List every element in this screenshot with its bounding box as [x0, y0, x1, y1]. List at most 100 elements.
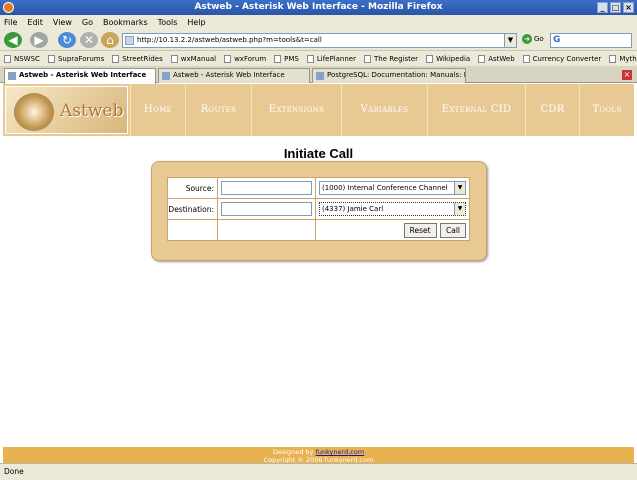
source-select[interactable]: (1000) Internal Conference Channel ▼ — [319, 181, 466, 195]
chevron-down-icon[interactable]: ▼ — [454, 203, 465, 215]
empty-cell — [217, 219, 316, 241]
destination-select[interactable]: (4337) Jamie Carl ▼ — [319, 202, 466, 216]
call-button[interactable]: Call — [439, 222, 466, 238]
status-bar: Done — [0, 463, 637, 480]
source-input[interactable] — [221, 181, 312, 195]
bookmark-icon — [306, 54, 314, 63]
nav-external-cid[interactable]: External CID — [427, 84, 525, 136]
window-title: Astweb - Asterisk Web Interface - Mozill… — [194, 2, 443, 12]
page-title: Initiate Call — [283, 146, 354, 161]
designed-by-line: Designed by funkynerd.com — [3, 448, 634, 456]
bookmark-label: wxManual — [180, 54, 217, 63]
bookmark-icon — [364, 54, 371, 63]
nav-cdr[interactable]: CDR — [525, 84, 579, 136]
page-icon — [125, 36, 134, 45]
tab-bar: Astweb - Asterisk Web Interface Astweb -… — [0, 66, 637, 84]
nav-variables[interactable]: Variables — [341, 84, 427, 136]
bookmark-item[interactable]: wxForum — [224, 54, 267, 63]
bookmark-item[interactable]: LifePlanner — [306, 54, 356, 63]
menu-view[interactable]: View — [53, 18, 72, 27]
destination-select-value: (4337) Jamie Carl — [322, 205, 384, 213]
bookmark-item[interactable]: wxManual — [170, 54, 217, 63]
bookmark-label: NSWSC — [14, 54, 40, 63]
nav-tools[interactable]: Tools — [579, 84, 634, 136]
menu-bookmarks[interactable]: Bookmarks — [103, 18, 148, 27]
close-tab-icon[interactable]: × — [622, 70, 632, 80]
source-select-value: (1000) Internal Conference Channel — [322, 184, 448, 192]
tab-astweb-active[interactable]: Astweb - Asterisk Web Interface — [4, 68, 156, 84]
firefox-icon — [3, 2, 14, 13]
site-footer: Designed by funkynerd.com Copyright © 20… — [3, 447, 634, 464]
status-text: Done — [4, 467, 24, 476]
back-arrow-icon[interactable]: ◀ — [4, 32, 22, 48]
nav-home[interactable]: Home — [130, 84, 185, 136]
bookmark-icon — [426, 54, 434, 63]
empty-cell — [167, 219, 218, 241]
menu-file[interactable]: File — [4, 18, 17, 27]
address-dropdown-icon[interactable]: ▼ — [504, 34, 516, 47]
reload-icon[interactable]: ↻ — [58, 32, 76, 48]
bookmark-label: AstWeb — [488, 54, 515, 63]
nav-extensions[interactable]: Extensions — [251, 84, 341, 136]
bookmark-item[interactable]: AstWeb — [478, 54, 515, 63]
bookmark-item[interactable]: StreetRides — [112, 54, 163, 63]
close-window-icon[interactable]: × — [623, 2, 634, 13]
tab-favicon-icon — [8, 72, 16, 80]
minimize-icon[interactable]: _ — [597, 2, 608, 13]
menu-edit[interactable]: Edit — [27, 18, 43, 27]
bookmark-item[interactable]: The Register — [364, 54, 419, 63]
bookmark-icon — [4, 54, 11, 63]
bookmark-label: The Register — [374, 54, 419, 63]
bookmark-label: SupraForums — [57, 54, 105, 63]
bookmark-icon — [112, 54, 120, 63]
bookmark-icon — [170, 54, 178, 63]
bookmark-item[interactable]: PMS — [274, 54, 299, 63]
menu-bar: File Edit View Go Bookmarks Tools Help — [0, 15, 637, 29]
go-button[interactable]: ➜ Go — [522, 34, 544, 44]
tab-label: PostgreSQL: Documentation: Manuals: Post… — [327, 71, 465, 79]
window-controls: _ □ × — [597, 2, 634, 13]
menu-go[interactable]: Go — [82, 18, 93, 27]
bookmarks-toolbar: NSWSC SupraForums StreetRides wxManual w… — [0, 51, 637, 66]
bookmark-icon — [478, 54, 486, 63]
home-icon[interactable]: ⌂ — [101, 32, 119, 48]
address-url: http://10.13.2.2/astweb/astweb.php?m=too… — [137, 36, 322, 44]
bookmark-label: PMS — [284, 54, 299, 63]
menu-tools[interactable]: Tools — [158, 18, 178, 27]
tab-postgresql[interactable]: PostgreSQL: Documentation: Manuals: Post… — [312, 68, 466, 83]
source-label: Source: — [167, 177, 218, 199]
navigation-toolbar: ◀ ▶ ↻ ✕ ⌂ http://10.13.2.2/astweb/astweb… — [0, 29, 637, 51]
bookmark-label: Wikipedia — [436, 54, 471, 63]
bookmark-item[interactable]: Currency Converter — [522, 54, 601, 63]
search-input[interactable]: G — [550, 33, 632, 48]
bookmark-item[interactable]: NSWSC — [4, 54, 40, 63]
designer-link[interactable]: funkynerd.com — [316, 448, 365, 456]
bookmark-label: wxForum — [234, 54, 267, 63]
bookmark-icon — [522, 54, 530, 63]
bookmark-item[interactable]: MythEPG — [609, 54, 637, 63]
maximize-icon[interactable]: □ — [610, 2, 621, 13]
bookmark-icon — [609, 54, 617, 63]
destination-input[interactable] — [221, 202, 312, 216]
bookmark-label: MythEPG — [619, 54, 637, 63]
tab-label: Astweb - Asterisk Web Interface — [173, 71, 285, 79]
tab-astweb[interactable]: Astweb - Asterisk Web Interface — [158, 68, 310, 83]
window-titlebar: Astweb - Asterisk Web Interface - Mozill… — [0, 0, 637, 15]
stop-icon[interactable]: ✕ — [80, 32, 98, 48]
forward-arrow-icon[interactable]: ▶ — [30, 32, 48, 48]
nav-routes[interactable]: Routes — [185, 84, 251, 136]
bookmark-item[interactable]: SupraForums — [47, 54, 105, 63]
menu-help[interactable]: Help — [187, 18, 205, 27]
chevron-down-icon[interactable]: ▼ — [454, 182, 465, 194]
destination-label: Destination: — [167, 198, 218, 220]
tab-label: Astweb - Asterisk Web Interface — [19, 71, 147, 79]
initiate-call-panel: Source: (1000) Internal Conference Chann… — [151, 161, 487, 261]
astweb-logo[interactable]: Astweb — [5, 86, 128, 134]
bookmark-label: StreetRides — [122, 54, 163, 63]
reset-button[interactable]: Reset — [403, 222, 437, 238]
tab-favicon-icon — [316, 72, 324, 80]
bookmark-item[interactable]: Wikipedia — [426, 54, 471, 63]
bookmark-label: LifePlanner — [316, 54, 356, 63]
bookmark-icon — [274, 54, 282, 63]
address-bar[interactable]: http://10.13.2.2/astweb/astweb.php?m=too… — [122, 33, 517, 48]
